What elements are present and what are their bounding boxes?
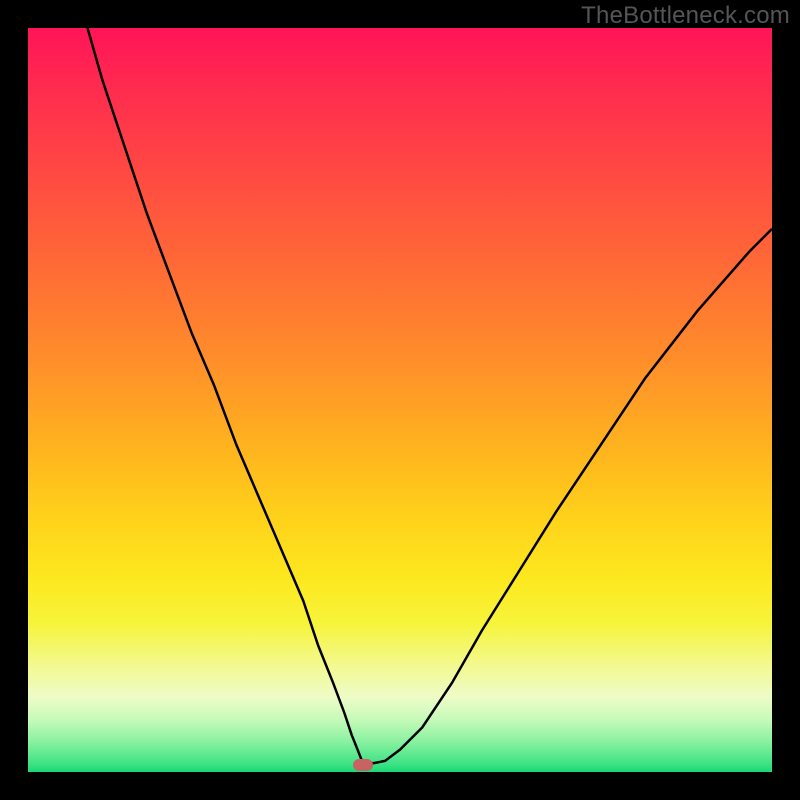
chart-frame: TheBottleneck.com (0, 0, 800, 800)
watermark-text: TheBottleneck.com (581, 2, 790, 30)
plot-area (28, 28, 772, 772)
bottleneck-curve (28, 28, 772, 772)
optimal-point-marker (353, 759, 373, 771)
